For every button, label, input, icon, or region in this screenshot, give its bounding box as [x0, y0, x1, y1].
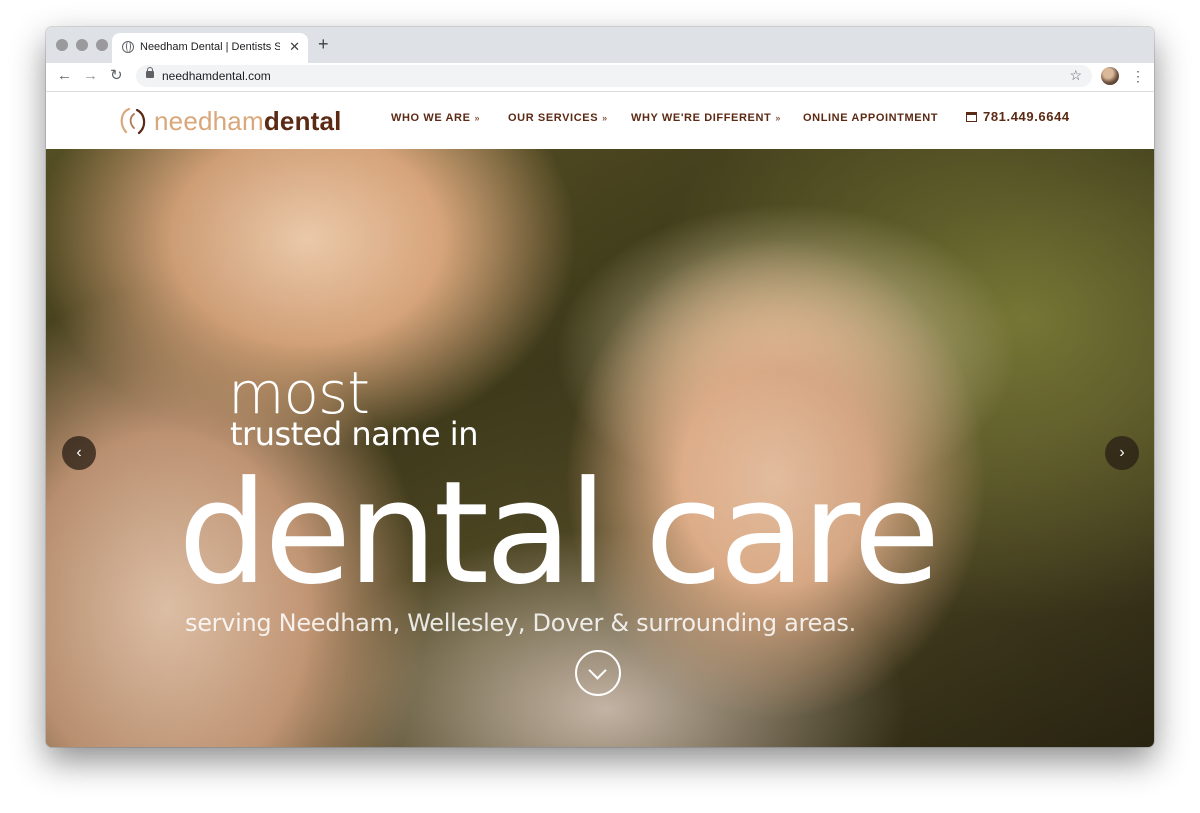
- browser-menu-icon[interactable]: ⋮: [1131, 66, 1145, 86]
- active-tab[interactable]: Needham Dental | Dentists Ser ✕: [112, 33, 308, 63]
- globe-icon: [122, 41, 134, 53]
- nav-label: WHO WE ARE: [391, 112, 471, 124]
- phone-link[interactable]: 781.449.6644: [966, 109, 1070, 124]
- scroll-down-button[interactable]: [575, 650, 621, 696]
- slider-prev-button[interactable]: ‹: [62, 436, 96, 470]
- lock-icon: [146, 67, 154, 78]
- nav-our-services[interactable]: OUR SERVICES»: [508, 112, 608, 124]
- bookmark-star-icon[interactable]: ☆: [1069, 67, 1082, 84]
- logo-text-needham: needham: [154, 106, 264, 136]
- nav-why-were-different[interactable]: WHY WE'RE DIFFERENT»: [631, 112, 781, 124]
- logo-mark-icon: [120, 107, 146, 135]
- hero-subheadline: serving Needham, Wellesley, Dover & surr…: [185, 609, 856, 637]
- url-text[interactable]: needhamdental.com: [162, 69, 271, 83]
- nav-online-appointment[interactable]: ONLINE APPOINTMENT: [803, 112, 938, 124]
- new-tab-button[interactable]: +: [318, 35, 329, 53]
- slider-next-button[interactable]: ›: [1105, 436, 1139, 470]
- profile-avatar[interactable]: [1101, 67, 1119, 85]
- site-logo[interactable]: needhamdental: [118, 106, 342, 136]
- address-bar[interactable]: needhamdental.com ☆: [136, 65, 1092, 87]
- chevron-right-icon: ›: [1119, 444, 1125, 461]
- tab-close-icon[interactable]: ✕: [289, 39, 300, 55]
- phone-number: 781.449.6644: [983, 109, 1070, 124]
- hero-headline-most: most: [228, 359, 370, 427]
- forward-icon[interactable]: →: [83, 66, 98, 86]
- chevron-down-icon: »: [602, 113, 608, 123]
- hero-slider: ‹ › most trusted name in dental care ser…: [46, 149, 1154, 747]
- reload-icon[interactable]: ↻: [110, 66, 123, 86]
- tab-title: Needham Dental | Dentists Ser: [140, 41, 280, 53]
- nav-who-we-are[interactable]: WHO WE ARE»: [391, 112, 480, 124]
- tab-strip: Needham Dental | Dentists Ser ✕ +: [46, 27, 1154, 63]
- logo-text-dental: dental: [263, 106, 342, 136]
- hero-headline-trusted: trusted name in: [230, 415, 478, 453]
- site-header: needhamdental WHO WE ARE» OUR SERVICES» …: [46, 92, 1154, 149]
- window-controls: [56, 39, 108, 51]
- chevron-down-icon: »: [775, 113, 781, 123]
- maximize-window-button[interactable]: [96, 39, 108, 51]
- nav-label: WHY WE'RE DIFFERENT: [631, 112, 772, 124]
- close-window-button[interactable]: [56, 39, 68, 51]
- chevron-down-icon: »: [474, 113, 481, 123]
- back-icon[interactable]: ←: [57, 66, 72, 86]
- browser-window: Needham Dental | Dentists Ser ✕ + ← → ↻ …: [46, 27, 1154, 747]
- browser-toolbar: ← → ↻ needhamdental.com ☆ ⋮: [46, 63, 1154, 92]
- hero-headline-dental-care: dental care: [178, 451, 940, 616]
- nav-label: ONLINE APPOINTMENT: [803, 112, 939, 124]
- nav-label: OUR SERVICES: [508, 112, 599, 124]
- calendar-icon: [966, 112, 977, 122]
- minimize-window-button[interactable]: [76, 39, 88, 51]
- chevron-left-icon: ‹: [76, 444, 82, 461]
